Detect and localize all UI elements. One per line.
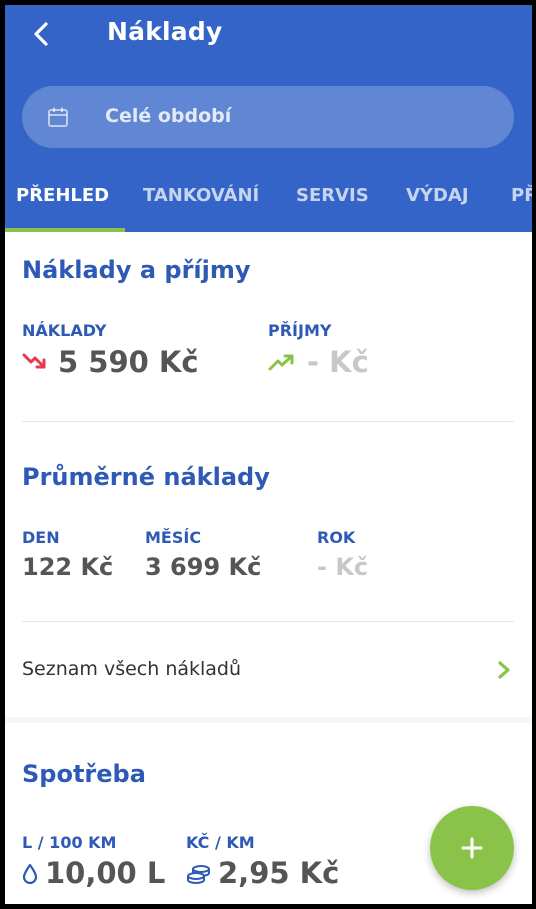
tab-tankovani[interactable]: TANKOVÁNÍ	[143, 185, 259, 206]
costs-income-title: Náklady a příjmy	[22, 256, 251, 284]
divider	[22, 421, 514, 422]
costs-card: Náklady a příjmy NÁKLADY 5 590 Kč PŘÍJMY…	[5, 232, 532, 717]
tab-prehled[interactable]: PŘEHLED	[16, 185, 109, 206]
calendar-icon	[48, 107, 68, 127]
day-value: 122 Kč	[22, 553, 114, 581]
per100-label: L / 100 KM	[22, 833, 117, 852]
income-value: - Kč	[307, 345, 369, 379]
all-costs-link[interactable]: Seznam všech nákladů	[5, 622, 532, 717]
coins-icon	[187, 865, 210, 884]
per100-value: 10,00 L	[45, 856, 166, 890]
perkm-label: KČ / KM	[186, 833, 255, 852]
month-value: 3 699 Kč	[145, 553, 262, 581]
income-label: PŘÍJMY	[268, 321, 332, 340]
tab-servis[interactable]: SERVIS	[296, 185, 369, 206]
period-filter-text: Celé období	[105, 105, 232, 127]
costs-value: 5 590 Kč	[58, 345, 199, 379]
chevron-right-icon	[498, 661, 510, 679]
plus-icon	[461, 837, 483, 859]
tab-vydaj[interactable]: VÝDAJ	[406, 185, 469, 206]
tab-prijem[interactable]: PŘ	[511, 185, 532, 206]
all-costs-link-label: Seznam všech nákladů	[22, 658, 242, 680]
perkm-value: 2,95 Kč	[218, 856, 340, 890]
average-costs-title: Průměrné náklady	[22, 463, 270, 491]
app-bar: Náklady Celé období PŘEHLED TANKOVÁNÍ SE…	[5, 5, 532, 232]
month-label: MĚSÍC	[145, 528, 202, 547]
trend-up-icon	[268, 354, 294, 371]
arrow-left-icon	[34, 22, 48, 46]
page-title: Náklady	[107, 17, 223, 46]
add-expense-button[interactable]	[430, 806, 514, 890]
trend-down-icon	[22, 353, 46, 369]
app-screen: Náklady Celé období PŘEHLED TANKOVÁNÍ SE…	[5, 5, 532, 904]
drop-icon	[22, 863, 38, 885]
back-button[interactable]	[27, 19, 57, 49]
period-filter[interactable]: Celé období	[22, 86, 514, 148]
year-value: - Kč	[317, 553, 369, 581]
costs-label: NÁKLADY	[22, 321, 107, 340]
year-label: ROK	[317, 528, 356, 547]
consumption-title: Spotřeba	[22, 760, 146, 788]
day-label: DEN	[22, 528, 60, 547]
